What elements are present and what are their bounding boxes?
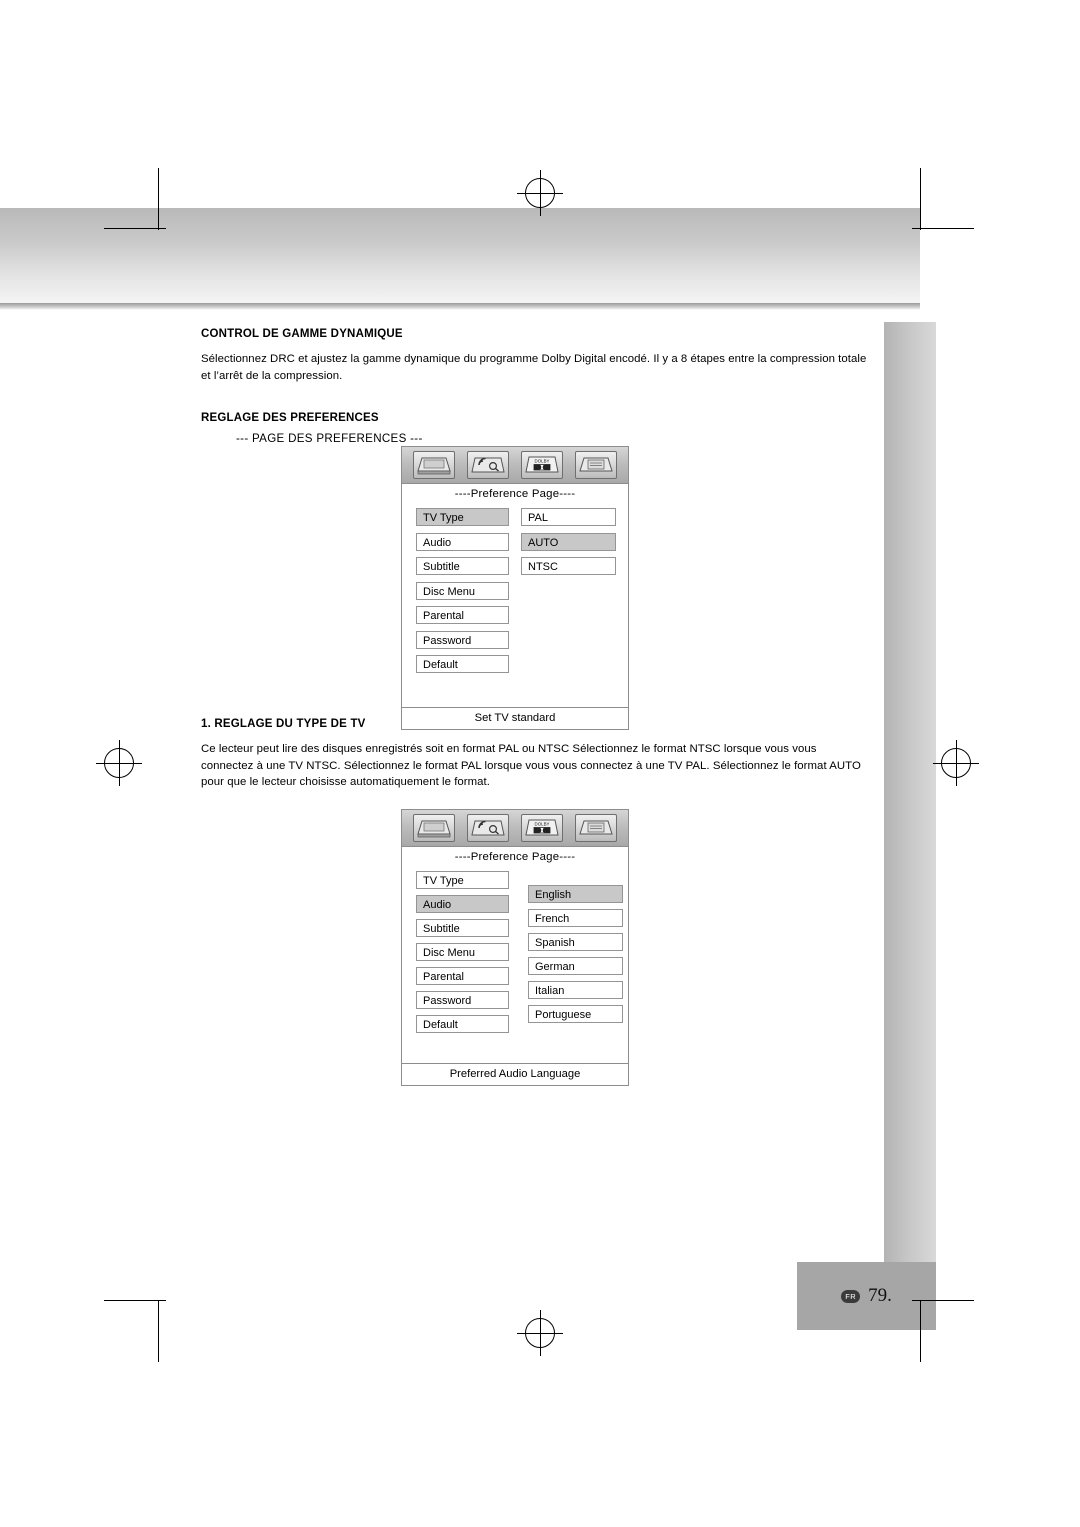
option-ntsc[interactable]: NTSC xyxy=(521,557,616,575)
crop-mark xyxy=(104,228,166,229)
svg-text:DOLBY: DOLBY xyxy=(535,822,550,827)
menu-item-disc-menu[interactable]: Disc Menu xyxy=(416,943,509,961)
registration-mark-top xyxy=(517,170,563,216)
crop-mark xyxy=(920,1300,921,1362)
document-content: CONTROL DE GAMME DYNAMIQUE Sélectionnez … xyxy=(201,328,871,445)
menu-item-password[interactable]: Password xyxy=(416,991,509,1009)
menu-item-subtitle[interactable]: Subtitle xyxy=(416,919,509,937)
menu-item-audio[interactable]: Audio xyxy=(416,533,509,551)
display-setup-icon[interactable] xyxy=(575,814,617,842)
menu-item-audio[interactable]: Audio xyxy=(416,895,509,913)
option-french[interactable]: French xyxy=(528,909,623,927)
crop-mark xyxy=(912,1300,974,1301)
osd-title: ----Preference Page---- xyxy=(454,851,576,863)
audio-waves-icon[interactable] xyxy=(467,451,509,479)
osd-icon-bar: DOLBY xyxy=(402,447,628,484)
section-body-drc: Sélectionnez DRC et ajustez la gamme dyn… xyxy=(201,353,867,382)
menu-item-default[interactable]: Default xyxy=(416,655,509,673)
option-pal[interactable]: PAL xyxy=(521,508,616,526)
option-german[interactable]: German xyxy=(528,957,623,975)
registration-mark-bottom xyxy=(517,1310,563,1356)
option-portuguese[interactable]: Portuguese xyxy=(528,1005,623,1023)
header-band xyxy=(0,208,920,303)
section-title-preferences: REGLAGE DES PREFERENCES xyxy=(201,412,379,424)
crop-mark xyxy=(158,168,159,230)
display-setup-icon[interactable] xyxy=(575,451,617,479)
option-italian[interactable]: Italian xyxy=(528,981,623,999)
svg-text:DOLBY: DOLBY xyxy=(535,459,550,464)
crop-mark xyxy=(158,1300,159,1362)
right-side-bar xyxy=(884,322,936,1262)
option-english[interactable]: English xyxy=(528,885,623,903)
menu-item-password[interactable]: Password xyxy=(416,631,509,649)
osd-menu-area: TV Type Audio Subtitle Disc Menu Parenta… xyxy=(402,504,628,707)
header-band-shadow xyxy=(0,303,920,310)
dolby-digital-icon[interactable]: DOLBY xyxy=(521,814,563,842)
menu-item-default[interactable]: Default xyxy=(416,1015,509,1033)
tv-screen-icon[interactable] xyxy=(413,814,455,842)
page-number: 79. xyxy=(868,1285,892,1306)
menu-item-subtitle[interactable]: Subtitle xyxy=(416,557,509,575)
menu-item-parental[interactable]: Parental xyxy=(416,606,509,624)
menu-item-tv-type[interactable]: TV Type xyxy=(416,508,509,526)
section-title-drc: CONTROL DE GAMME DYNAMIQUE xyxy=(201,328,403,340)
osd-icon-bar: DOLBY xyxy=(402,810,628,847)
audio-waves-icon[interactable] xyxy=(467,814,509,842)
osd-footer-hint: Preferred Audio Language xyxy=(402,1063,628,1085)
osd-title: ----Preference Page---- xyxy=(454,488,576,500)
preference-page-caption: --- PAGE DES PREFERENCES --- xyxy=(236,432,423,445)
menu-item-disc-menu[interactable]: Disc Menu xyxy=(416,582,509,600)
locale-badge: FR xyxy=(841,1289,861,1303)
registration-mark-left xyxy=(96,740,142,786)
registration-mark-right xyxy=(933,740,979,786)
page-sheet: FR 79. CONTROL DE GAMME DYNAMIQUE Sélect… xyxy=(0,0,1080,1527)
dolby-digital-icon[interactable]: DOLBY xyxy=(521,451,563,479)
menu-item-parental[interactable]: Parental xyxy=(416,967,509,985)
menu-item-tv-type[interactable]: TV Type xyxy=(416,871,509,889)
crop-mark xyxy=(912,228,974,229)
crop-mark xyxy=(104,1300,166,1301)
option-spanish[interactable]: Spanish xyxy=(528,933,623,951)
section-body-tv-type: Ce lecteur peut lire des disques enregis… xyxy=(201,743,861,788)
option-auto[interactable]: AUTO xyxy=(521,533,616,551)
osd-menu-area: TV Type Audio Subtitle Disc Menu Parenta… xyxy=(402,867,628,1063)
crop-mark xyxy=(920,168,921,230)
osd-preference-page-tv-type: DOLBY ----Preference Page---- TV Type Au… xyxy=(401,446,629,730)
tv-screen-icon[interactable] xyxy=(413,451,455,479)
osd-footer-hint: Set TV standard xyxy=(402,707,628,729)
page-footer: FR 79. xyxy=(797,1262,936,1330)
osd-preference-page-audio: DOLBY ----Preference Page---- TV Type Au… xyxy=(401,809,629,1086)
